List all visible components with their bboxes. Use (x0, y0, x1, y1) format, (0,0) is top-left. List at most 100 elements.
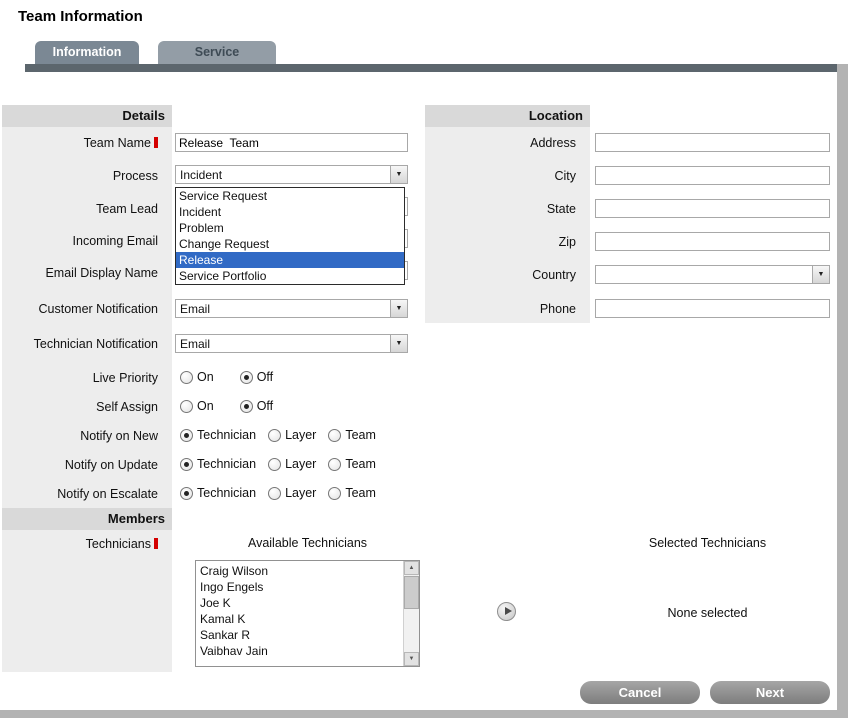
radio-icon (268, 487, 281, 500)
notify-on-escalate-label: Notify on Escalate (2, 486, 165, 502)
notify-update-layer-radio[interactable]: Layer (268, 457, 316, 471)
technician-list-item[interactable]: Vaibhav Jain (196, 643, 403, 659)
dropdown-arrow-icon[interactable]: ▼ (390, 335, 407, 352)
technician-list-item[interactable]: Craig Wilson (196, 563, 403, 579)
country-label: Country (425, 267, 583, 283)
required-marker (154, 538, 158, 549)
city-input[interactable] (595, 166, 830, 185)
dropdown-option-release[interactable]: Release (176, 252, 404, 268)
dropdown-arrow-icon[interactable]: ▼ (390, 300, 407, 317)
process-select[interactable]: Incident ▼ (175, 165, 408, 184)
technician-notification-select[interactable]: Email ▼ (175, 334, 408, 353)
dropdown-option-service-portfolio[interactable]: Service Portfolio (176, 268, 404, 284)
details-section-header: Details (2, 105, 172, 127)
technician-list-item[interactable]: Joe K (196, 595, 403, 611)
details-label-column (2, 105, 172, 672)
customer-notification-value: Email (180, 301, 210, 317)
country-select[interactable]: ▼ (595, 265, 830, 284)
radio-checked-icon (180, 458, 193, 471)
self-assign-off-radio[interactable]: Off (240, 399, 273, 413)
available-technicians-listbox[interactable]: Craig Wilson Ingo Engels Joe K Kamal K S… (195, 560, 420, 667)
radio-icon (180, 371, 193, 384)
right-frame-border (837, 64, 848, 710)
notify-on-new-label: Notify on New (2, 428, 165, 444)
bottom-frame-border (0, 710, 848, 718)
radio-icon (328, 487, 341, 500)
city-label: City (425, 168, 583, 184)
team-name-label: Team Name (2, 135, 165, 151)
state-input[interactable] (595, 199, 830, 218)
members-section-header: Members (2, 508, 172, 530)
listbox-scrollbar[interactable]: ▲ ▼ (403, 561, 419, 666)
live-priority-off-radio[interactable]: Off (240, 370, 273, 384)
team-information-screen: Team Information Information Service Det… (0, 0, 848, 718)
notify-on-escalate-radio-group: Technician Layer Team (180, 485, 376, 501)
notify-escalate-team-radio[interactable]: Team (328, 486, 376, 500)
next-button[interactable]: Next (710, 681, 830, 704)
radio-icon (180, 400, 193, 413)
live-priority-radio-group: On Off (180, 369, 273, 385)
notify-update-team-radio[interactable]: Team (328, 457, 376, 471)
dropdown-arrow-icon[interactable]: ▼ (390, 166, 407, 183)
radio-icon (268, 458, 281, 471)
team-lead-label: Team Lead (2, 201, 165, 217)
radio-checked-icon (240, 400, 253, 413)
required-marker (154, 137, 158, 148)
technician-list-item[interactable]: Sankar R (196, 627, 403, 643)
email-display-name-label: Email Display Name (2, 265, 165, 281)
technician-notification-label: Technician Notification (2, 336, 165, 352)
tab-information[interactable]: Information (35, 41, 139, 64)
cancel-button[interactable]: Cancel (580, 681, 700, 704)
scroll-up-icon[interactable]: ▲ (404, 561, 419, 575)
customer-notification-label: Customer Notification (2, 301, 165, 317)
phone-label: Phone (425, 301, 583, 317)
radio-checked-icon (180, 429, 193, 442)
zip-label: Zip (425, 234, 583, 250)
notify-new-layer-radio[interactable]: Layer (268, 428, 316, 442)
self-assign-label: Self Assign (2, 399, 165, 415)
zip-input[interactable] (595, 232, 830, 251)
technician-list-item[interactable]: Kamal K (196, 611, 403, 627)
live-priority-label: Live Priority (2, 370, 165, 386)
scroll-down-icon[interactable]: ▼ (404, 652, 419, 666)
notify-escalate-technician-radio[interactable]: Technician (180, 486, 256, 500)
tab-service[interactable]: Service (158, 41, 276, 64)
play-arrow-icon (505, 607, 512, 615)
selected-technicians-title: Selected Technicians (600, 536, 815, 550)
available-technicians-title: Available Technicians (195, 536, 420, 550)
phone-input[interactable] (595, 299, 830, 318)
notify-new-team-radio[interactable]: Team (328, 428, 376, 442)
dropdown-option-change-request[interactable]: Change Request (176, 236, 404, 252)
process-label: Process (2, 168, 165, 184)
process-dropdown-list: Service Request Incident Problem Change … (175, 187, 405, 285)
self-assign-radio-group: On Off (180, 398, 273, 414)
dropdown-arrow-icon[interactable]: ▼ (812, 266, 829, 283)
radio-icon (328, 429, 341, 442)
team-name-input[interactable] (175, 133, 408, 152)
location-section-header: Location (425, 105, 590, 127)
radio-icon (268, 429, 281, 442)
state-label: State (425, 201, 583, 217)
notify-escalate-layer-radio[interactable]: Layer (268, 486, 316, 500)
page-title: Team Information (18, 8, 143, 25)
technician-notification-value: Email (180, 336, 210, 352)
notify-update-technician-radio[interactable]: Technician (180, 457, 256, 471)
radio-icon (328, 458, 341, 471)
live-priority-on-radio[interactable]: On (180, 370, 214, 384)
notify-on-update-label: Notify on Update (2, 457, 165, 473)
scrollbar-thumb[interactable] (404, 576, 419, 609)
address-input[interactable] (595, 133, 830, 152)
dropdown-option-incident[interactable]: Incident (176, 204, 404, 220)
process-select-value: Incident (180, 167, 222, 183)
move-right-button[interactable] (497, 602, 516, 621)
self-assign-on-radio[interactable]: On (180, 399, 214, 413)
incoming-email-label: Incoming Email (2, 233, 165, 249)
dropdown-option-problem[interactable]: Problem (176, 220, 404, 236)
selected-technicians-empty-text: None selected (600, 606, 815, 620)
customer-notification-select[interactable]: Email ▼ (175, 299, 408, 318)
technician-list-item[interactable]: Ingo Engels (196, 579, 403, 595)
notify-new-technician-radio[interactable]: Technician (180, 428, 256, 442)
dropdown-option-service-request[interactable]: Service Request (176, 188, 404, 204)
radio-checked-icon (240, 371, 253, 384)
tab-underline-bar (25, 64, 848, 72)
